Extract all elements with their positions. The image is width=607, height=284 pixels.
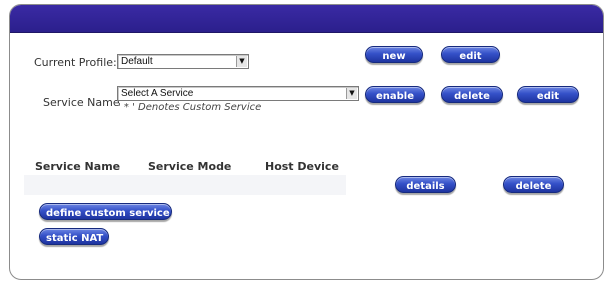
new-profile-button[interactable]: new [365,46,423,63]
define-custom-service-button[interactable]: define custom service [39,203,172,220]
service-settings-panel: Current Profile: Default ▼ new edit Serv… [9,4,604,280]
column-header-host-device: Host Device [265,160,339,173]
column-header-service-mode: Service Mode [148,160,232,173]
edit-service-button[interactable]: edit [517,86,579,103]
custom-service-note: ' * ' Denotes Custom Service [118,102,262,113]
service-name-label: Service Name [43,96,120,109]
chevron-down-icon[interactable]: ▼ [236,56,247,67]
current-profile-select[interactable]: Default ▼ [117,54,249,69]
details-button[interactable]: details [395,176,456,193]
static-nat-button[interactable]: static NAT [39,228,109,245]
current-profile-label: Current Profile: [34,56,117,69]
column-header-service-name: Service Name [35,160,121,173]
edit-profile-button[interactable]: edit [441,46,500,63]
delete-entry-button[interactable]: delete [503,176,564,193]
panel-header-bar [10,5,603,33]
service-name-value: Select A Service [121,88,194,99]
table-row [24,175,346,195]
service-name-select[interactable]: Select A Service ▼ [117,86,359,101]
chevron-down-icon[interactable]: ▼ [346,88,357,99]
current-profile-value: Default [121,56,153,67]
delete-service-button[interactable]: delete [441,86,503,103]
enable-service-button[interactable]: enable [365,86,425,103]
